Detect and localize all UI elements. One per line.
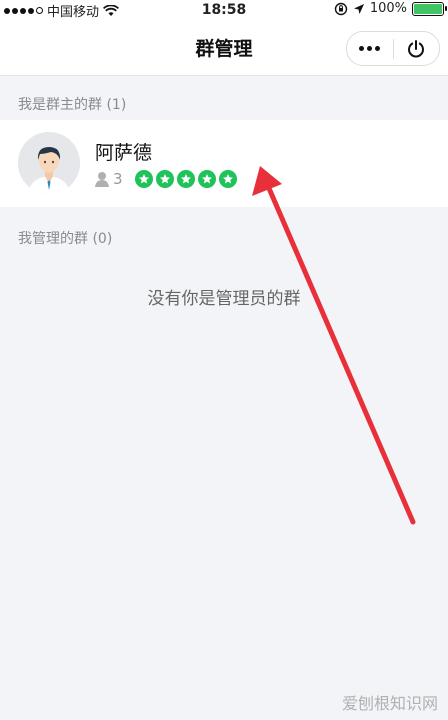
- managed-groups-label: 我管理的群 (0): [18, 231, 113, 247]
- capsule-menu: [346, 31, 440, 66]
- watermark-logo: 爱刨根知识网: [342, 690, 438, 714]
- star-icon: [197, 170, 216, 188]
- empty-state-text: 没有你是管理员的群: [147, 289, 301, 309]
- group-list-item[interactable]: 阿萨德 3: [0, 120, 448, 207]
- star-icon: [134, 170, 153, 188]
- battery-icon: [412, 1, 447, 16]
- star-icon: [218, 170, 237, 188]
- group-rating: [134, 170, 237, 188]
- watermark-text: 爱刨根知识网: [341, 694, 438, 713]
- nav-bar: 群管理: [0, 20, 448, 76]
- status-right: 100%: [334, 1, 447, 16]
- location-icon: [353, 3, 364, 14]
- power-icon: [408, 39, 425, 57]
- owned-groups-label: 我是群主的群 (1): [18, 97, 127, 113]
- user-avatar-icon: [18, 132, 80, 194]
- group-name: 阿萨德: [95, 142, 153, 164]
- close-button[interactable]: [394, 32, 440, 65]
- star-icon: [155, 170, 174, 188]
- status-bar: 中国移动 18:58 100%: [0, 0, 448, 20]
- orientation-lock-icon: [334, 2, 348, 15]
- battery-percent: 100%: [369, 1, 407, 16]
- member-icon: [95, 172, 109, 187]
- member-count: 3: [113, 170, 123, 188]
- group-meta: 3: [95, 170, 237, 188]
- more-dots-icon: [359, 46, 381, 51]
- star-icon: [176, 170, 195, 188]
- more-button[interactable]: [347, 32, 393, 65]
- battery-level: [414, 3, 442, 14]
